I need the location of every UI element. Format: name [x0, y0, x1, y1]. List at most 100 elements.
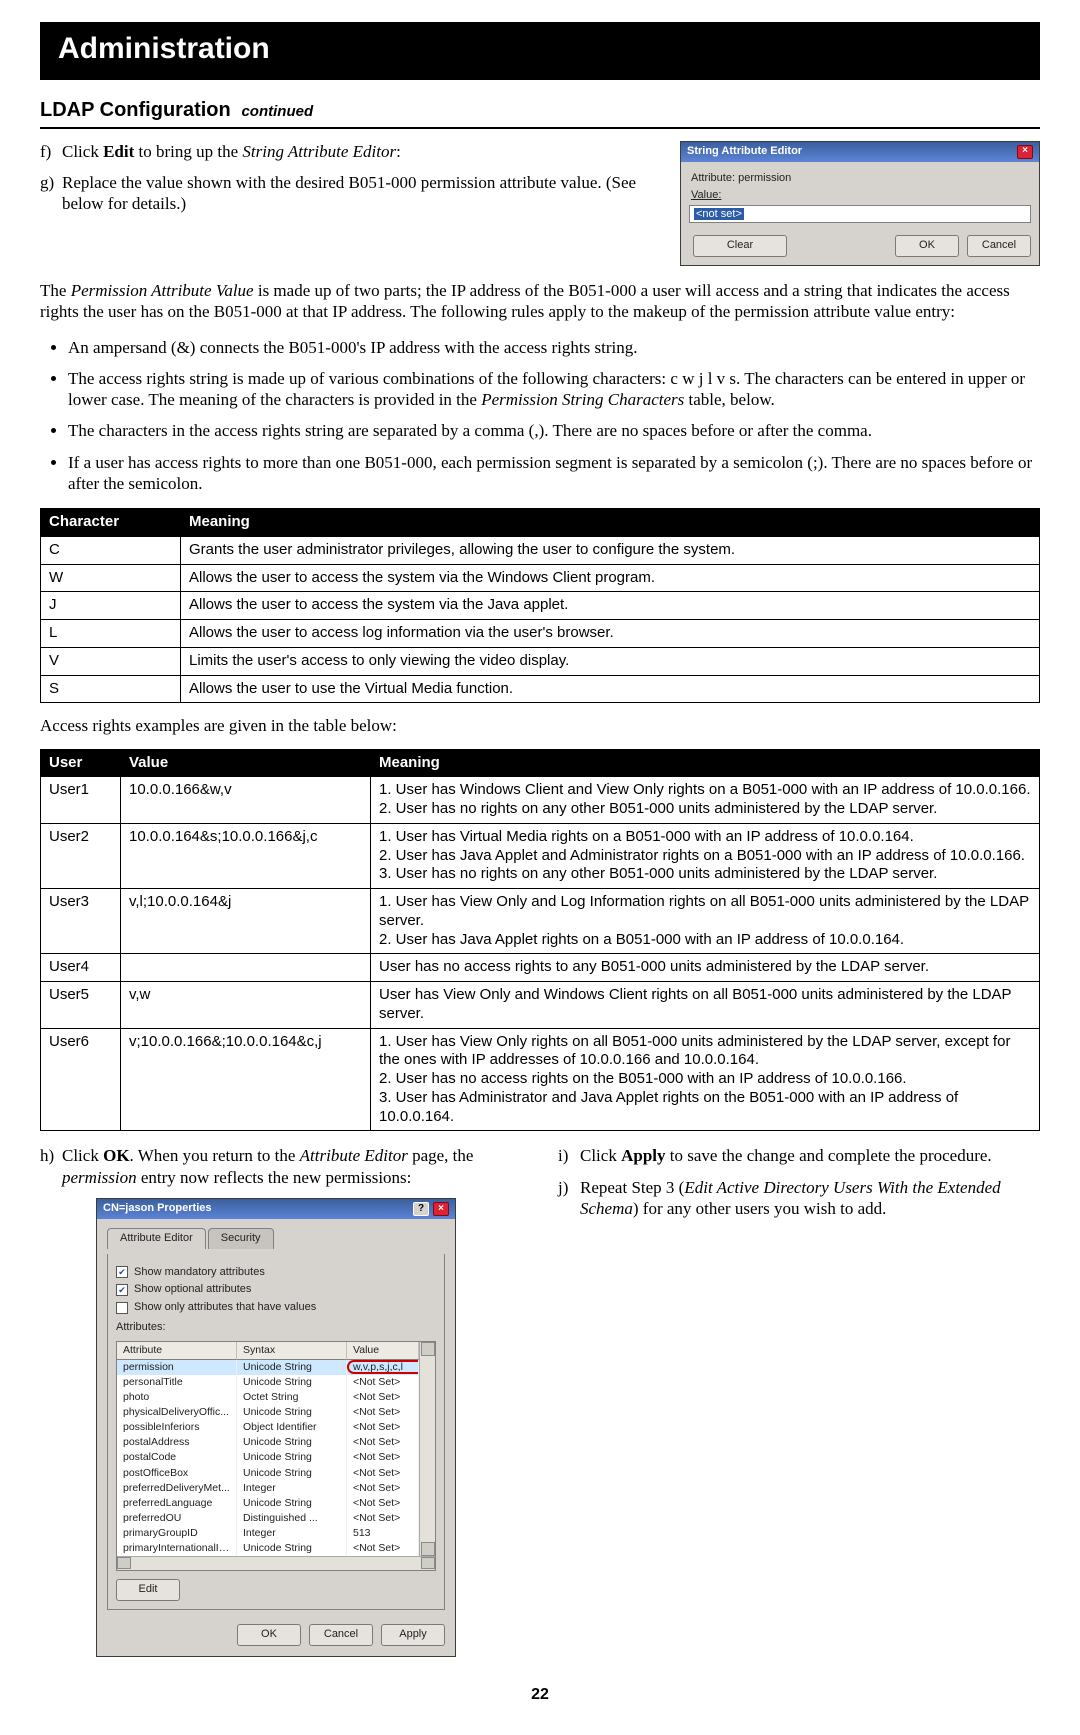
ae-tabs: Attribute Editor Security — [107, 1227, 445, 1248]
step-i-text: Click Apply to save the change and compl… — [580, 1145, 1040, 1166]
step-j: j) Repeat Step 3 (Edit Active Directory … — [558, 1177, 1040, 1220]
ae-title-buttons: ? × — [413, 1202, 449, 1216]
value-cell: <Not Set> — [347, 1375, 419, 1390]
chk-mandatory[interactable]: ✔Show mandatory attributes — [116, 1266, 436, 1280]
step-i: i) Click Apply to save the change and co… — [558, 1145, 1040, 1166]
value-input[interactable]: <not set> — [689, 205, 1031, 223]
syntax-cell: Unicode String — [237, 1496, 347, 1511]
scroll-up-icon[interactable] — [421, 1342, 435, 1356]
value-cell: <Not Set> — [347, 1496, 419, 1511]
attribute-editor-dialog: CN=jason Properties ? × Attribute Editor… — [96, 1198, 456, 1658]
ae-col-1[interactable]: Syntax — [237, 1342, 347, 1360]
syntax-cell: Unicode String — [237, 1405, 347, 1420]
list-item[interactable]: postOfficeBoxUnicode String<Not Set> — [117, 1466, 419, 1481]
scroll-down-icon[interactable] — [421, 1542, 435, 1556]
syntax-cell: Integer — [237, 1481, 347, 1496]
attr-cell: postOfficeBox — [117, 1466, 237, 1481]
close-icon[interactable]: × — [1017, 145, 1033, 159]
bottom-left-col: h) Click OK. When you return to the Attr… — [40, 1145, 522, 1657]
scroll-right-icon[interactable] — [421, 1557, 435, 1569]
list-item[interactable]: possibleInferiorsObject Identifier<Not S… — [117, 1420, 419, 1435]
top-left-col: f) Click Edit to bring up the String Att… — [40, 141, 650, 225]
apply-button[interactable]: Apply — [381, 1624, 445, 1646]
list-item[interactable]: preferredLanguageUnicode String<Not Set> — [117, 1496, 419, 1511]
tab-security[interactable]: Security — [208, 1228, 274, 1249]
attributes-label: Attributes: — [116, 1321, 436, 1335]
table-row: LAllows the user to access log informati… — [41, 620, 1040, 648]
tab-attribute-editor[interactable]: Attribute Editor — [107, 1228, 206, 1249]
char-cell: V — [41, 647, 181, 675]
cancel-button[interactable]: Cancel — [309, 1624, 373, 1646]
value-cell: 10.0.0.166&w,v — [121, 777, 371, 824]
value-cell: <Not Set> — [347, 1450, 419, 1465]
list-item[interactable]: permissionUnicode Stringw,v,p,s,j,c,l — [117, 1360, 419, 1375]
rule-a: An ampersand (&) connects the B051-000's… — [68, 337, 1040, 358]
rule-b-em: Permission String Characters — [481, 390, 684, 409]
chk-optional[interactable]: ✔Show optional attributes — [116, 1283, 436, 1297]
attr-cell: primaryInternationalIS... — [117, 1541, 237, 1556]
ae-tabpanel: ✔Show mandatory attributes ✔Show optiona… — [107, 1254, 445, 1611]
attr-cell: personalTitle — [117, 1375, 237, 1390]
highlight-oval — [347, 1360, 419, 1374]
meaning-cell: 1. User has View Only rights on all B051… — [371, 1028, 1040, 1131]
attr-cell: preferredOU — [117, 1511, 237, 1526]
value-cell: <Not Set> — [347, 1481, 419, 1496]
step-j-post: ) for any other users you wish to add. — [633, 1199, 887, 1218]
ae-col-2[interactable]: Value — [347, 1342, 419, 1360]
table-row: VLimits the user's access to only viewin… — [41, 647, 1040, 675]
dialog-body: Attribute: permission Value: <not set> — [681, 162, 1039, 236]
ok-button[interactable]: OK — [237, 1624, 301, 1646]
ok-button[interactable]: OK — [895, 235, 959, 257]
rule-b: The access rights string is made up of v… — [68, 368, 1040, 411]
scroll-left-icon[interactable] — [117, 1557, 131, 1569]
step-h-mid: . When you return to the — [130, 1146, 300, 1165]
step-h-marker: h) — [40, 1145, 62, 1188]
value-label: Value: — [691, 189, 1029, 203]
step-f-mid: to bring up the — [134, 142, 242, 161]
list-item[interactable]: postalCodeUnicode String<Not Set> — [117, 1450, 419, 1465]
list-item[interactable]: postalAddressUnicode String<Not Set> — [117, 1435, 419, 1450]
step-f-marker: f) — [40, 141, 62, 162]
string-attribute-editor-dialog: String Attribute Editor × Attribute: per… — [680, 141, 1040, 267]
step-g-marker: g) — [40, 172, 62, 215]
step-i-marker: i) — [558, 1145, 580, 1166]
step-h-bold: OK — [103, 1146, 129, 1165]
help-icon[interactable]: ? — [413, 1202, 429, 1216]
value-cell: w,v,p,s,j,c,l — [347, 1360, 419, 1375]
value-cell: <Not Set> — [347, 1420, 419, 1435]
ae-col-0[interactable]: Attribute — [117, 1342, 237, 1360]
char-cell: S — [41, 675, 181, 703]
value-text: <not set> — [694, 208, 744, 220]
cancel-button[interactable]: Cancel — [967, 235, 1031, 257]
hscrollbar[interactable] — [117, 1556, 435, 1570]
chk-have-values[interactable]: Show only attributes that have values — [116, 1301, 436, 1315]
list-item[interactable]: photoOctet String<Not Set> — [117, 1390, 419, 1405]
char-cell: W — [41, 564, 181, 592]
value-cell: <Not Set> — [347, 1466, 419, 1481]
close-icon[interactable]: × — [433, 1202, 449, 1216]
list-item[interactable]: preferredDeliveryMet...Integer<Not Set> — [117, 1481, 419, 1496]
step-j-text: Repeat Step 3 (Edit Active Directory Use… — [580, 1177, 1040, 1220]
syntax-cell: Integer — [237, 1526, 347, 1541]
clear-button[interactable]: Clear — [693, 235, 787, 257]
syntax-cell: Unicode String — [237, 1541, 347, 1556]
value-cell: v;10.0.0.166&;10.0.0.164&c,j — [121, 1028, 371, 1131]
table-row: User210.0.0.164&s;10.0.0.166&j,c1. User … — [41, 823, 1040, 888]
syntax-cell: Unicode String — [237, 1450, 347, 1465]
bottom-right-col: i) Click Apply to save the change and co… — [558, 1145, 1040, 1229]
list-item[interactable]: preferredOUDistinguished ...<Not Set> — [117, 1511, 419, 1526]
user-cell: User6 — [41, 1028, 121, 1131]
meaning-cell: Allows the user to access the system via… — [181, 564, 1040, 592]
step-h-text: Click OK. When you return to the Attribu… — [62, 1145, 522, 1188]
list-item[interactable]: physicalDeliveryOffic...Unicode String<N… — [117, 1405, 419, 1420]
list-item[interactable]: personalTitleUnicode String<Not Set> — [117, 1375, 419, 1390]
value-cell: <Not Set> — [347, 1511, 419, 1526]
table-row: User4User has no access rights to any B0… — [41, 954, 1040, 982]
list-item[interactable]: primaryGroupIDInteger513 — [117, 1526, 419, 1541]
edit-button[interactable]: Edit — [116, 1579, 180, 1601]
vscrollbar[interactable] — [419, 1342, 435, 1557]
between-tables-text: Access rights examples are given in the … — [40, 715, 1040, 736]
attr-cell: preferredDeliveryMet... — [117, 1481, 237, 1496]
list-item[interactable]: primaryInternationalIS...Unicode String<… — [117, 1541, 419, 1556]
table-row: User110.0.0.166&w,v1. User has Windows C… — [41, 777, 1040, 824]
